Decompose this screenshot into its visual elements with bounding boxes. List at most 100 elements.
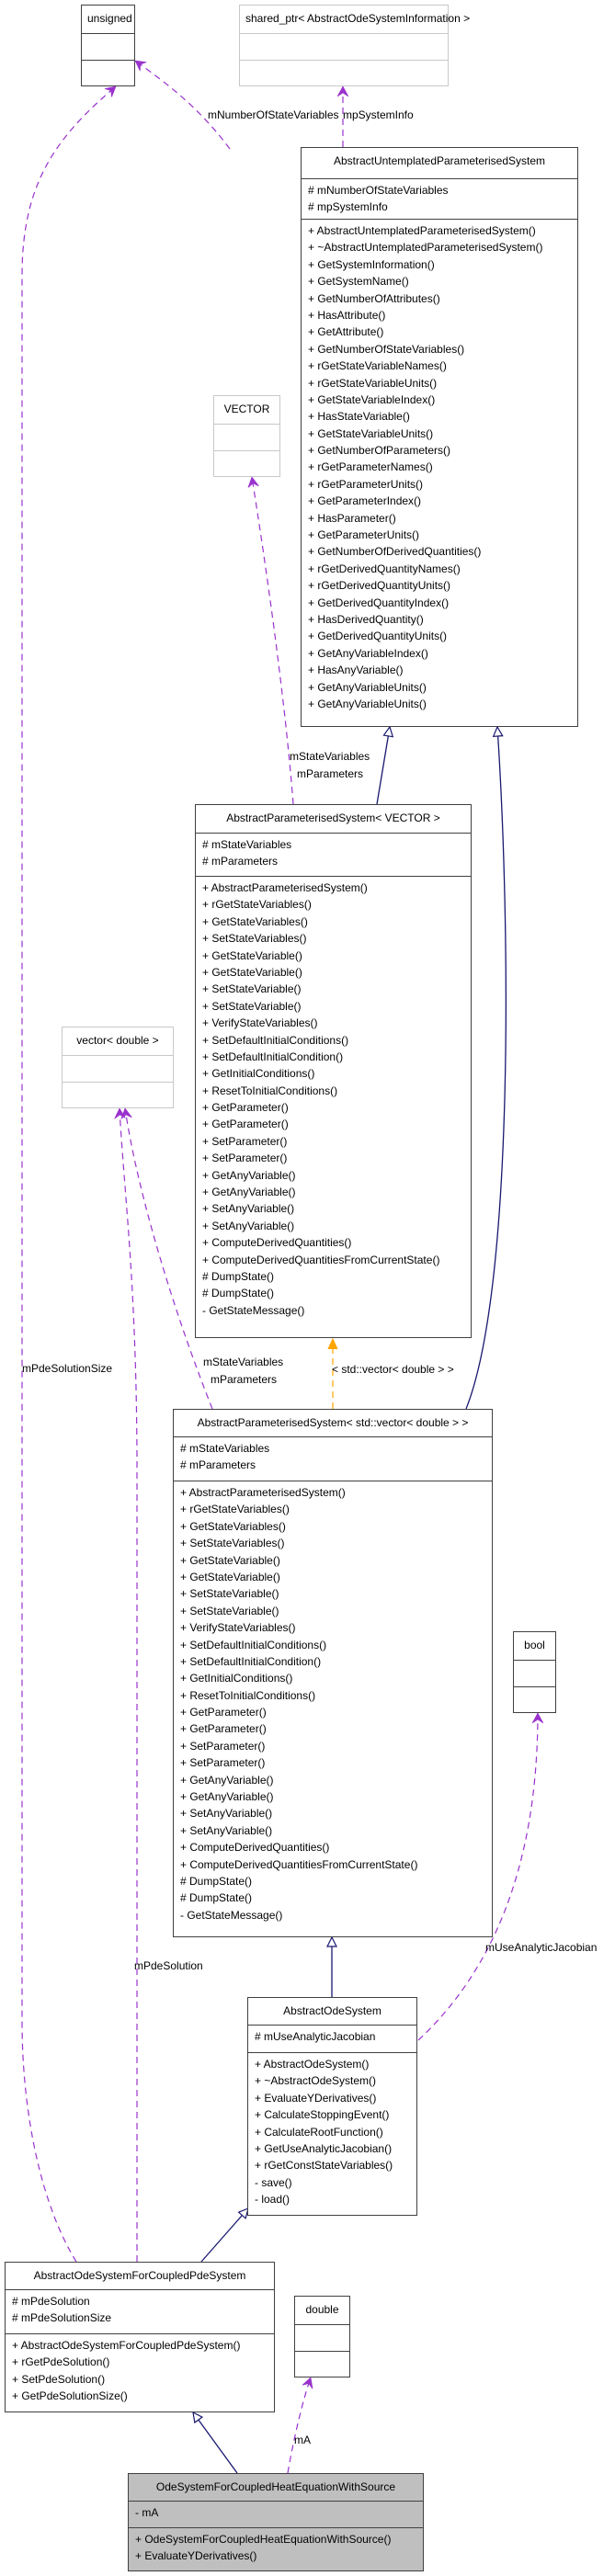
attributes-section: # mPdeSolution # mPdeSolutionSize [6,2289,274,2333]
class-abstract-untemplated-parameterised-system[interactable]: AbstractUntemplatedParameterisedSystem #… [301,147,578,727]
method-item: + HasDerivedQuantity() [308,612,424,626]
edge-label-mpdesolution: mPdeSolution [134,1959,203,1972]
attributes-section [214,424,279,450]
methods-section [240,60,448,85]
method-item: + GetParameterIndex() [308,494,422,508]
method-item: + GetAnyVariableIndex() [308,646,428,660]
class-vector-template-param[interactable]: VECTOR [213,395,280,477]
method-item: + GetStateVariable() [180,1570,280,1583]
class-abstract-ode-system[interactable]: AbstractOdeSystem # mUseAnalyticJacobian… [247,1997,417,2216]
edge-label-mparameters-1: mParameters [297,767,364,780]
method-item: + AbstractUntemplatedParameterisedSystem… [308,224,536,237]
attribute-item: # mUseAnalyticJacobian [255,2030,376,2043]
method-item: + SetAnyVariable() [180,1823,273,1837]
method-item: + GetDerivedQuantityUnits() [308,630,448,643]
method-item: + GetAnyVariableUnits() [308,697,427,710]
method-item: + ComputeDerivedQuantitiesFromCurrentSta… [202,1253,440,1266]
attribute-item: # mParameters [180,1458,256,1472]
method-item: + ResetToInitialConditions() [180,1688,316,1702]
method-item: + GetDerivedQuantityIndex() [308,596,450,609]
methods-section [514,1686,555,1712]
methods-section: + AbstractOdeSystemForCoupledPdeSystem()… [6,2333,274,2408]
attribute-item: - mA [135,2506,159,2519]
method-item: + GetParameter() [202,1101,289,1115]
class-abstract-ode-system-for-coupled-pde-system[interactable]: AbstractOdeSystemForCoupledPdeSystem # m… [5,2262,275,2412]
attribute-item: # mStateVariables [180,1442,270,1455]
methods-section [82,60,134,85]
class-name: double [305,2303,339,2316]
method-item: + CalculateStoppingEvent() [255,2108,390,2122]
method-item: + ComputeDerivedQuantities() [180,1841,330,1855]
method-item: + rGetStateVariables() [180,1503,290,1516]
method-item: + AbstractOdeSystem() [255,2058,370,2071]
edge-param-vector-untemplated [376,727,390,805]
class-name: VECTOR [223,403,270,415]
method-item: + rGetParameterUnits() [308,477,424,491]
class-unsigned[interactable]: unsigned [81,5,135,86]
method-item: - save() [255,2175,292,2189]
methods-section: + AbstractOdeSystem() + ~AbstractOdeSyste… [248,2052,416,2211]
method-item: + HasParameter() [308,511,396,525]
method-item: + rGetDerivedQuantityNames() [308,562,461,575]
method-item: + rGetDerivedQuantityUnits() [308,579,451,593]
attributes-section: # mNumberOfStateVariables # mpSystemInfo [302,178,577,219]
edge-param-vector-vector-tpl [252,477,294,805]
method-item: + SetDefaultInitialCondition() [202,1050,344,1063]
method-item: + ~AbstractUntemplatedParameterisedSyste… [308,241,543,255]
methods-section: + OdeSystemForCoupledHeatEquationWithSou… [129,2527,423,2568]
method-item: + SetStateVariables() [202,932,307,946]
class-name: shared_ptr< AbstractOdeSystemInformation… [245,12,471,25]
edge-label-mnumberofstatevariables: mNumberOfStateVariables [208,108,339,121]
class-abstract-parameterised-system-vector[interactable]: AbstractParameterisedSystem< VECTOR > # … [195,804,472,1338]
method-item: - load() [255,2193,290,2207]
edge-label-mparameters-2: mParameters [211,1373,278,1386]
method-item: + GetParameter() [202,1118,289,1131]
edge-label-template-binding: < std::vector< double > > [332,1363,454,1376]
class-name: vector< double > [76,1034,159,1047]
method-item: + GetNumberOfAttributes() [308,291,440,305]
method-item: + SetStateVariable() [180,1587,279,1601]
class-name: AbstractOdeSystem [283,2004,382,2017]
method-item: + GetNumberOfStateVariables() [308,342,465,356]
class-bool[interactable]: bool [513,1631,556,1713]
method-item: + VerifyStateVariables() [180,1621,296,1635]
method-item: + GetSystemInformation() [308,257,435,271]
method-item: + HasAttribute() [308,308,386,322]
methods-section: + AbstractUntemplatedParameterisedSystem… [302,219,577,715]
method-item: # DumpState() [202,1269,275,1283]
method-item: + GetNumberOfParameters() [308,444,451,458]
class-shared-ptr[interactable]: shared_ptr< AbstractOdeSystemInformation… [239,5,471,86]
attributes-section [295,2324,349,2351]
method-item: + ComputeDerivedQuantities() [202,1236,352,1250]
method-item: + rGetParameterNames() [308,460,433,474]
method-item: + GetStateVariable() [202,965,302,979]
method-item: + AbstractParameterisedSystem() [202,881,368,894]
edge-label-mpdesolutionsize: mPdeSolutionSize [22,1362,113,1375]
method-item: + EvaluateYDerivatives() [135,2549,257,2563]
method-item: + SetParameter() [180,1756,266,1770]
method-item: + rGetStateVariableNames() [308,359,447,373]
method-item: + CalculateRootFunction() [255,2125,383,2139]
edge-coupled-pde-vector-double [120,1108,138,2262]
class-ode-system-for-coupled-heat-equation-with-source[interactable]: OdeSystemForCoupledHeatEquationWithSourc… [128,2473,424,2571]
method-item: + SetDefaultInitialCondition() [180,1654,322,1668]
attribute-item: # mpSystemInfo [308,200,388,214]
class-double[interactable]: double [294,2296,350,2377]
attributes-section [240,33,448,60]
edge-label-ma: mA [294,2434,311,2446]
edge-label-mstatevariables-1: mStateVariables [290,750,370,763]
method-item: + GetInitialConditions() [202,1067,315,1081]
method-item: # DumpState() [180,1874,253,1888]
class-abstract-parameterised-system-std-vector[interactable]: AbstractParameterisedSystem< std::vector… [173,1409,493,1937]
edge-heat-source-double [287,2377,311,2474]
method-item: + GetAnyVariable() [202,1168,296,1182]
method-item: + OdeSystemForCoupledHeatEquationWithSou… [135,2533,392,2546]
method-item: # DumpState() [202,1287,275,1300]
attributes-section [514,1660,555,1686]
class-name: AbstractParameterisedSystem< VECTOR > [226,811,440,824]
class-name: unsigned [87,12,132,25]
attribute-item: # mParameters [202,855,279,868]
class-vector-double[interactable]: vector< double > [62,1027,174,1108]
method-item: + SetDefaultInitialConditions() [202,1033,349,1047]
edge-heat-source-coupled-pde [193,2412,238,2474]
